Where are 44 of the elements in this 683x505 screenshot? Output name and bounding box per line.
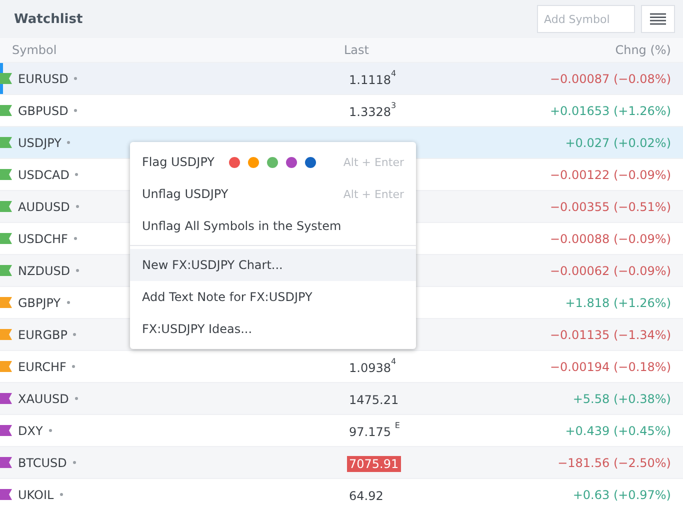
watchlist-title: Watchlist: [14, 12, 84, 26]
menu-item-label: Unflag All Symbols in the System: [142, 219, 342, 233]
symbol-cell: UKOIL: [18, 488, 54, 502]
change-cell-text: +0.439 (+0.45%): [564, 424, 672, 438]
symbol-cell: EURCHF: [18, 360, 66, 374]
change-cell-text: −181.56 (−2.50%): [556, 456, 672, 470]
last-price-cell-text: 64.92: [348, 488, 384, 504]
symbol-cell: XAUUSD: [18, 392, 69, 406]
last-price-cell-text: 1.0938$^{4}$: [348, 360, 398, 376]
menu-item-label: Flag USDJPY: [142, 155, 215, 169]
symbol-cell: NZDUSD: [18, 264, 70, 278]
symbol-cell: USDCAD: [18, 168, 70, 182]
symbol-cell: BTCUSD: [18, 456, 67, 470]
change-cell-text: −0.00194 (−0.18%): [548, 360, 672, 374]
change-cell-text: −0.00355 (−0.51%): [548, 200, 672, 214]
change-cell-text: −0.00088 (−0.09%): [548, 232, 672, 246]
menu-item-label: Add Text Note for FX:USDJPY: [142, 290, 312, 304]
change-cell-text: −0.00122 (−0.09%): [548, 168, 672, 182]
change-cell-text: −0.01135 (−1.34%): [548, 328, 672, 342]
symbol-cell: USDCHF: [18, 232, 68, 246]
menu-item-label: Unflag USDJPY: [142, 187, 228, 201]
symbol-cell: GBPJPY: [18, 296, 61, 310]
symbol-cell: USDJPY: [18, 136, 62, 150]
change-cell-text: +1.818 (+1.26%): [564, 296, 672, 310]
menu-item-label: New FX:USDJPY Chart...: [142, 258, 283, 272]
change-cell-text: +0.01653 (+1.26%): [548, 104, 672, 118]
last-price-cell-text: 97.175 $^{E}$: [348, 424, 401, 440]
shortcut-label: Alt + Enter: [343, 156, 404, 168]
last-price-cell: 7075.91: [347, 456, 401, 472]
symbol-cell: GBPUSD: [18, 104, 68, 118]
last-price-cell-text: 1.3328$^{3}$: [348, 104, 398, 120]
change-cell-text: +5.58 (+0.38%): [572, 392, 672, 406]
menu-item-label: FX:USDJPY Ideas...: [142, 322, 252, 336]
shortcut-label: Alt + Enter: [343, 188, 404, 200]
change-cell-text: +0.63 (+0.97%): [572, 488, 672, 502]
change-cell-text: +0.027 (+0.02%): [564, 136, 672, 150]
change-cell-text: −0.00062 (−0.09%): [548, 264, 672, 278]
symbol-cell: EURUSD: [18, 72, 68, 86]
symbol-cell: DXY: [18, 424, 43, 438]
symbol-cell: AUDUSD: [18, 200, 70, 214]
last-price-cell-text: 1475.21: [348, 392, 400, 408]
change-cell-text: −0.00087 (−0.08%): [548, 72, 672, 86]
last-price-cell-text: 1.1118$^{4}$: [348, 72, 398, 88]
symbol-cell: EURGBP: [18, 328, 68, 342]
